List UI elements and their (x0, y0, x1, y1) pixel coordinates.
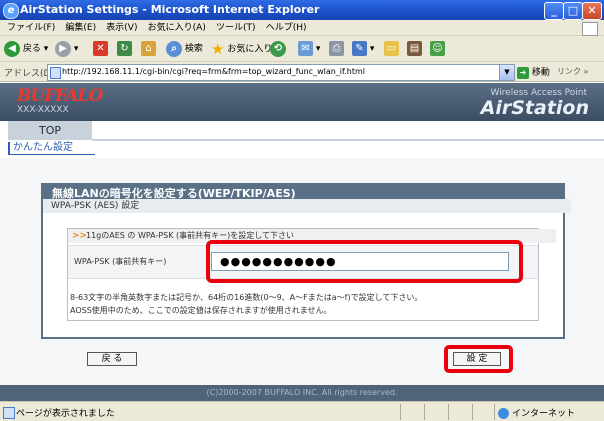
security-zone: インターネット (498, 406, 575, 419)
search-button[interactable]: ⌕ 検索 (166, 40, 203, 58)
menu-help[interactable]: ヘルプ(H) (266, 20, 307, 36)
window-title: AirStation Settings - Microsoft Internet… (20, 3, 320, 16)
window-titlebar: e AirStation Settings - Microsoft Intern… (0, 0, 604, 20)
airstation-logo: AirStation (480, 97, 589, 119)
mail-icon: ✉ (298, 41, 313, 56)
back-arrow-icon: ◀ (4, 40, 20, 57)
status-text: ページが表示されました (16, 409, 115, 419)
stop-button[interactable]: ✕ (93, 40, 108, 58)
nav-area: TOP かんたん設定 (0, 121, 604, 158)
address-dropdown-button[interactable]: ▼ (499, 64, 515, 81)
note-line-2: AOSS使用中のため、ここでの設定値は保存されますが使用されません。 (70, 306, 332, 315)
search-label: 検索 (184, 44, 203, 54)
highlight-box-input (206, 240, 523, 283)
toolbar: ◀ 戻る ▾ ▶ ▾ ✕ ↻ ⌂ ⌕ 検索 ★ お気に入り ⟲ ✉ ▾ ⎙ ✎ … (0, 36, 604, 62)
psk-note: 8-63文字の半角英数字または記号か、64桁の16進数(0〜9、A〜Fまたはa〜… (70, 291, 530, 317)
hint-arrow-icon: >> (72, 231, 88, 241)
print-button[interactable]: ⎙ (329, 40, 344, 58)
home-button[interactable]: ⌂ (141, 40, 156, 58)
forward-arrow-icon: ▶ (55, 40, 71, 57)
star-icon: ★ (211, 40, 225, 58)
menu-favorites[interactable]: お気に入り(A) (148, 20, 206, 36)
links-button[interactable]: リンク » (557, 66, 588, 77)
home-icon: ⌂ (141, 41, 156, 56)
page-footer: (C)2000-2007 BUFFALO INC. All rights res… (0, 385, 604, 401)
edit-button[interactable]: ✎ ▾ (352, 40, 374, 58)
highlight-box-set (444, 345, 513, 373)
messenger-icon: ☺ (430, 41, 445, 56)
favorites-label: お気に入り (227, 44, 273, 55)
globe-icon (498, 408, 509, 419)
page-icon (50, 67, 61, 79)
messenger-button[interactable]: ☺ (430, 40, 445, 58)
search-icon: ⌕ (166, 40, 182, 57)
status-divider (400, 404, 401, 420)
book-icon: ▤ (407, 41, 422, 56)
research-button[interactable]: ▤ (407, 40, 422, 58)
menu-bar: ファイル(F) 編集(E) 表示(V) お気に入り(A) ツール(T) ヘルプ(… (0, 20, 604, 36)
nav-divider (92, 139, 604, 141)
status-divider (448, 404, 449, 420)
forward-button[interactable]: ▶ ▾ (55, 40, 78, 58)
edit-icon: ✎ (352, 41, 367, 56)
buffalo-logo: BUFFALO (17, 86, 103, 106)
page-done-icon (3, 407, 15, 419)
refresh-icon: ↻ (117, 41, 132, 56)
refresh-button[interactable]: ↻ (117, 40, 132, 58)
go-label: 移動 (531, 68, 550, 78)
mail-button[interactable]: ✉ ▾ (298, 40, 320, 58)
breadcrumb-current[interactable]: かんたん設定 (8, 142, 95, 155)
zone-label: インターネット (512, 409, 576, 419)
panel-subheading: WPA-PSK (AES) 設定 (43, 199, 571, 213)
status-divider (494, 404, 495, 420)
address-bar: アドレス(D) http://192.168.11.1/cgi-bin/cgi?… (0, 62, 604, 82)
status-divider (472, 404, 473, 420)
print-icon: ⎙ (329, 41, 344, 56)
model-name: XXX-XXXXX (17, 105, 69, 115)
hint-text: 11gのAES の WPA-PSK (事前共有キー)を設定して下さい (86, 231, 295, 240)
tab-top[interactable]: TOP (8, 121, 92, 140)
stop-icon: ✕ (93, 41, 108, 56)
address-url: http://192.168.11.1/cgi-bin/cgi?req=frm&… (62, 67, 366, 76)
status-divider (424, 404, 425, 420)
page-banner: BUFFALO XXX-XXXXX Wireless Access Point … (0, 83, 604, 121)
favorites-button[interactable]: ★ お気に入り (211, 40, 272, 58)
psk-label: WPA-PSK (事前共有キー) (74, 257, 167, 266)
windows-flag-icon (582, 22, 598, 36)
back-button[interactable]: ◀ 戻る ▾ (4, 40, 48, 58)
menu-tools[interactable]: ツール(T) (216, 20, 256, 36)
menu-view[interactable]: 表示(V) (106, 20, 137, 36)
address-input[interactable]: http://192.168.11.1/cgi-bin/cgi?req=frm&… (47, 64, 515, 81)
history-icon: ⟲ (270, 40, 286, 57)
menu-file[interactable]: ファイル(F) (7, 20, 55, 36)
folder-icon: ▭ (384, 41, 399, 56)
note-line-1: 8-63文字の半角英数字または記号か、64桁の16進数(0〜9、A〜Fまたはa〜… (70, 293, 423, 302)
status-bar: ページが表示されました インターネット (0, 401, 604, 421)
close-button[interactable]: ✕ (582, 2, 602, 20)
maximize-button[interactable]: □ (563, 2, 583, 20)
back-page-button[interactable]: 戻 る (87, 352, 137, 366)
go-button[interactable]: ➜ 移動 (517, 65, 550, 79)
back-label: 戻る (22, 44, 41, 54)
menu-edit[interactable]: 編集(E) (65, 20, 96, 36)
history-button[interactable]: ⟲ (270, 40, 286, 58)
folder-button[interactable]: ▭ (384, 40, 399, 58)
ie-logo-icon: e (3, 3, 19, 19)
minimize-button[interactable]: _ (544, 2, 564, 20)
go-arrow-icon: ➜ (517, 66, 529, 79)
